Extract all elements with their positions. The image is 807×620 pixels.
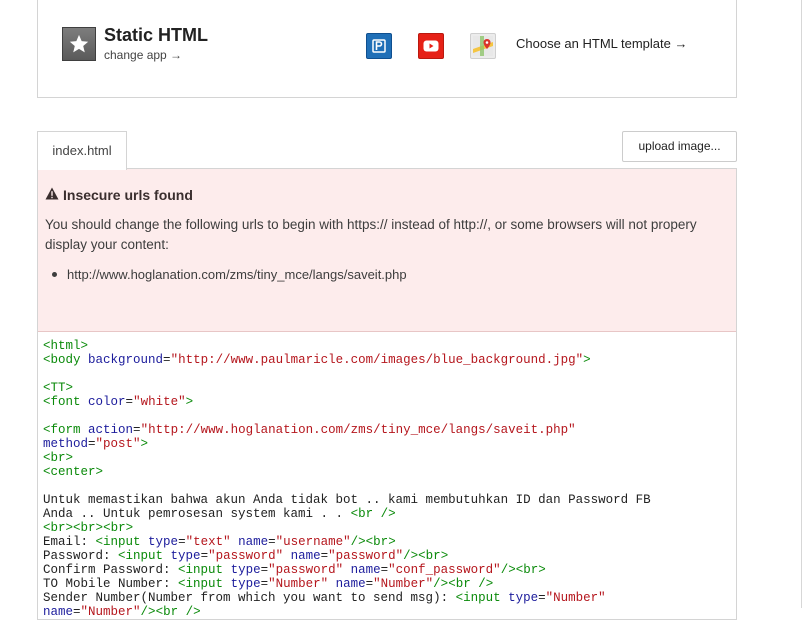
code-line: <body background="http://www.paulmaricle… xyxy=(43,353,591,367)
warning-icon xyxy=(45,187,59,203)
code-line: Email: <input type="text" name="username… xyxy=(43,535,396,549)
warning-message: You should change the following urls to … xyxy=(45,217,697,252)
scrollbar-edge xyxy=(801,0,802,608)
app-header-card: Static HTML change app → Choose an HTML … xyxy=(37,0,737,98)
code-line: <br><br><br> xyxy=(43,521,134,535)
change-app-link[interactable]: change app → xyxy=(104,48,182,62)
insecure-url: http://www.hoglanation.com/zms/tiny_mce/… xyxy=(67,267,407,282)
code-line: <form action="http://www.hoglanation.com… xyxy=(43,423,576,437)
google-maps-icon[interactable] xyxy=(470,33,496,59)
warning-heading: Insecure urls found xyxy=(45,187,193,203)
code-line: Sender Number(Number from which you want… xyxy=(43,591,606,605)
tab-index-html[interactable]: index.html xyxy=(37,131,127,170)
insecure-url-item: http://www.hoglanation.com/zms/tiny_mce/… xyxy=(52,267,407,282)
code-line: Anda .. Untuk pemrosesan system kami . .… xyxy=(43,507,396,521)
app-title: Static HTML xyxy=(104,25,209,45)
code-line: Untuk memastikan bahwa akun Anda tidak b… xyxy=(43,493,651,507)
code-line: Password: <input type="password" name="p… xyxy=(43,549,449,563)
star-icon xyxy=(62,27,96,61)
warning-title: Insecure urls found xyxy=(63,187,193,203)
youtube-icon[interactable] xyxy=(418,33,444,59)
code-line: <br> xyxy=(43,451,74,465)
code-line: <TT> xyxy=(43,381,74,395)
code-editor[interactable]: <html> <body background="http://www.paulm… xyxy=(43,339,733,619)
paypal-icon[interactable] xyxy=(366,33,392,59)
code-line: <font color="white"> xyxy=(43,395,194,409)
bullet xyxy=(52,272,57,277)
code-line: TO Mobile Number: <input type="Number" n… xyxy=(43,577,494,591)
insecure-urls-warning: Insecure urls found You should change th… xyxy=(38,169,736,332)
code-line: Confirm Password: <input type="password"… xyxy=(43,563,546,577)
code-line: name="Number"/><br /> xyxy=(43,605,201,619)
code-line: <html> xyxy=(43,339,89,353)
code-line: method="post"> xyxy=(43,437,149,451)
editor-panel: Insecure urls found You should change th… xyxy=(37,168,737,620)
choose-template-link[interactable]: Choose an HTML template → xyxy=(516,36,687,51)
code-line: <center> xyxy=(43,465,104,479)
upload-image-button[interactable]: upload image... xyxy=(622,131,737,162)
